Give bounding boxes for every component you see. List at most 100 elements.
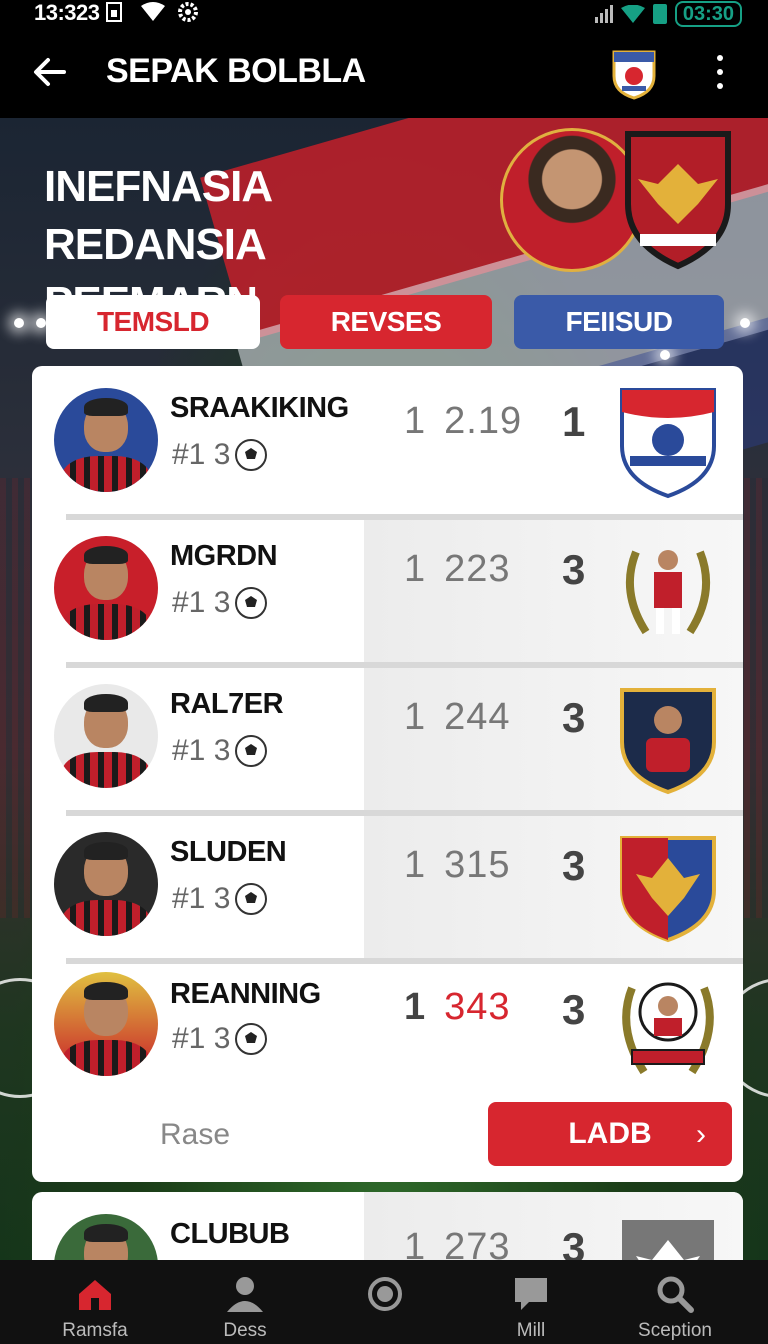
player-position: 3 xyxy=(562,546,586,593)
chevron-right-icon: › xyxy=(696,1118,706,1151)
player-score: 1 2.19 xyxy=(404,400,522,443)
status-icons xyxy=(104,2,200,22)
player-name: RAL7ER xyxy=(170,688,284,720)
tab-third[interactable]: FEIISUD xyxy=(514,295,724,349)
player-avatar xyxy=(54,388,158,492)
garuda-badge-icon xyxy=(620,836,716,943)
eagle-badge-icon xyxy=(622,1220,714,1260)
more-options-icon[interactable] xyxy=(710,52,730,92)
nav-center[interactable] xyxy=(320,1274,450,1320)
app-bar: SEPAK BOLBLA xyxy=(0,28,768,118)
player-rank-text: #1 3 xyxy=(172,438,231,471)
player-name: CLUBUB xyxy=(170,1218,290,1250)
nav-label: Ramsfa xyxy=(62,1320,128,1341)
score-prefix: 1 xyxy=(404,548,427,590)
player-position: 1 xyxy=(562,398,586,445)
soccer-ball-icon xyxy=(235,439,268,471)
stadium-light xyxy=(660,350,670,360)
score-value: 2.19 xyxy=(444,400,523,442)
player-row[interactable]: MGRDN #1 3 1 223 3 xyxy=(32,514,743,662)
player-rank: #1 3 xyxy=(172,734,268,768)
shield-badge-icon xyxy=(620,688,716,795)
player-avatar xyxy=(54,972,158,1076)
hero-background: INEFNASIA REDANSIA PEEMARN TEMSLD REVSES… xyxy=(0,118,768,1260)
nav-search[interactable]: Sception xyxy=(610,1274,740,1342)
score-prefix: 1 xyxy=(404,696,427,738)
load-more-button[interactable]: LADB › xyxy=(488,1102,732,1166)
player-name: REANNING xyxy=(170,978,321,1010)
nav-label: Dess xyxy=(223,1320,267,1341)
player-row[interactable]: SRAAKIKING #1 3 1 2.19 1 xyxy=(32,366,743,514)
score-prefix: 1 xyxy=(404,986,427,1028)
settings-status-icon xyxy=(176,2,200,22)
app-title: SEPAK BOLBLA xyxy=(106,52,366,90)
player-rank: #1 3 xyxy=(172,882,268,916)
player-rank-text: #1 3 xyxy=(172,1022,231,1055)
nav-home[interactable]: Ramsfa xyxy=(30,1274,160,1342)
player-row[interactable]: REANNING #1 3 1 343 3 Rase LADB › xyxy=(32,958,743,1182)
circle-icon xyxy=(368,1277,402,1311)
soccer-ball-icon xyxy=(235,587,268,619)
chat-icon xyxy=(515,1278,547,1310)
player-avatar xyxy=(54,1214,158,1260)
player-avatar xyxy=(54,536,158,640)
status-right: 03:30 xyxy=(594,1,742,27)
nav-label: Mill xyxy=(516,1320,546,1341)
status-clock: 03:30 xyxy=(674,1,742,27)
tab-first[interactable]: TEMSLD xyxy=(46,295,260,349)
player-rank-text: #1 3 xyxy=(172,734,231,767)
home-icon xyxy=(79,1280,111,1310)
soccer-ball-icon xyxy=(235,883,268,915)
nav-profile[interactable]: Dess xyxy=(180,1274,310,1342)
score-value: 343 xyxy=(444,986,511,1028)
wifi-icon xyxy=(620,5,645,23)
battery-icon xyxy=(652,4,667,24)
player-avatar xyxy=(54,684,158,788)
player-score: 1 244 xyxy=(404,696,511,739)
player-rank: #1 3 xyxy=(172,586,268,620)
player-position: 3 xyxy=(562,842,586,889)
club-logo-icon[interactable] xyxy=(612,48,656,100)
status-time: 13:323 xyxy=(34,0,100,25)
sim-icon xyxy=(104,2,128,22)
soccer-ball-icon xyxy=(235,735,268,767)
more-link[interactable]: Rase xyxy=(160,1118,230,1152)
player-score: 1 315 xyxy=(404,844,511,887)
stadium-light xyxy=(740,318,750,328)
status-bar: 13:323 03:30 xyxy=(0,0,768,28)
tab-second[interactable]: REVSES xyxy=(280,295,492,349)
score-value: 244 xyxy=(444,696,511,738)
garuda-crest-icon xyxy=(625,131,731,270)
player-row[interactable]: SLUDEN #1 3 1 315 3 xyxy=(32,810,743,958)
load-more-label: LADB xyxy=(568,1117,652,1150)
score-value: 315 xyxy=(444,844,511,886)
player-rank: #1 3 xyxy=(172,1022,268,1056)
player-name: MGRDN xyxy=(170,540,278,572)
player-score: 1 343 xyxy=(404,986,511,1029)
player-avatar xyxy=(54,832,158,936)
player-rank-text: #1 3 xyxy=(172,882,231,915)
player-name: SRAAKIKING xyxy=(170,392,349,424)
score-prefix: 1 xyxy=(404,400,427,442)
score-prefix: 1 xyxy=(404,1226,427,1260)
nav-messages[interactable]: Mill xyxy=(466,1274,596,1342)
score-value: 223 xyxy=(444,548,511,590)
bottom-navigation: Ramsfa Dess Mill Sception xyxy=(0,1260,768,1344)
player-score: 1 273 xyxy=(404,1226,511,1260)
signal-icon xyxy=(594,5,613,23)
player-position: 3 xyxy=(562,694,586,741)
nav-label: Sception xyxy=(638,1320,712,1341)
score-prefix: 1 xyxy=(404,844,427,886)
wifi-status-icon xyxy=(140,2,165,22)
player-position: 3 xyxy=(562,986,586,1033)
player-rank: #1 3 xyxy=(172,438,268,472)
back-arrow-icon[interactable] xyxy=(30,52,70,92)
player-row[interactable]: CLUBUB 1 273 3 xyxy=(32,1192,743,1260)
stadium-light xyxy=(14,318,24,328)
laurel-badge-icon xyxy=(625,550,711,635)
player-score: 1 223 xyxy=(404,548,511,591)
soccer-ball-icon xyxy=(235,1023,268,1055)
player-row[interactable]: RAL7ER #1 3 1 244 3 xyxy=(32,662,743,810)
person-icon xyxy=(227,1277,263,1312)
search-icon xyxy=(657,1276,694,1313)
